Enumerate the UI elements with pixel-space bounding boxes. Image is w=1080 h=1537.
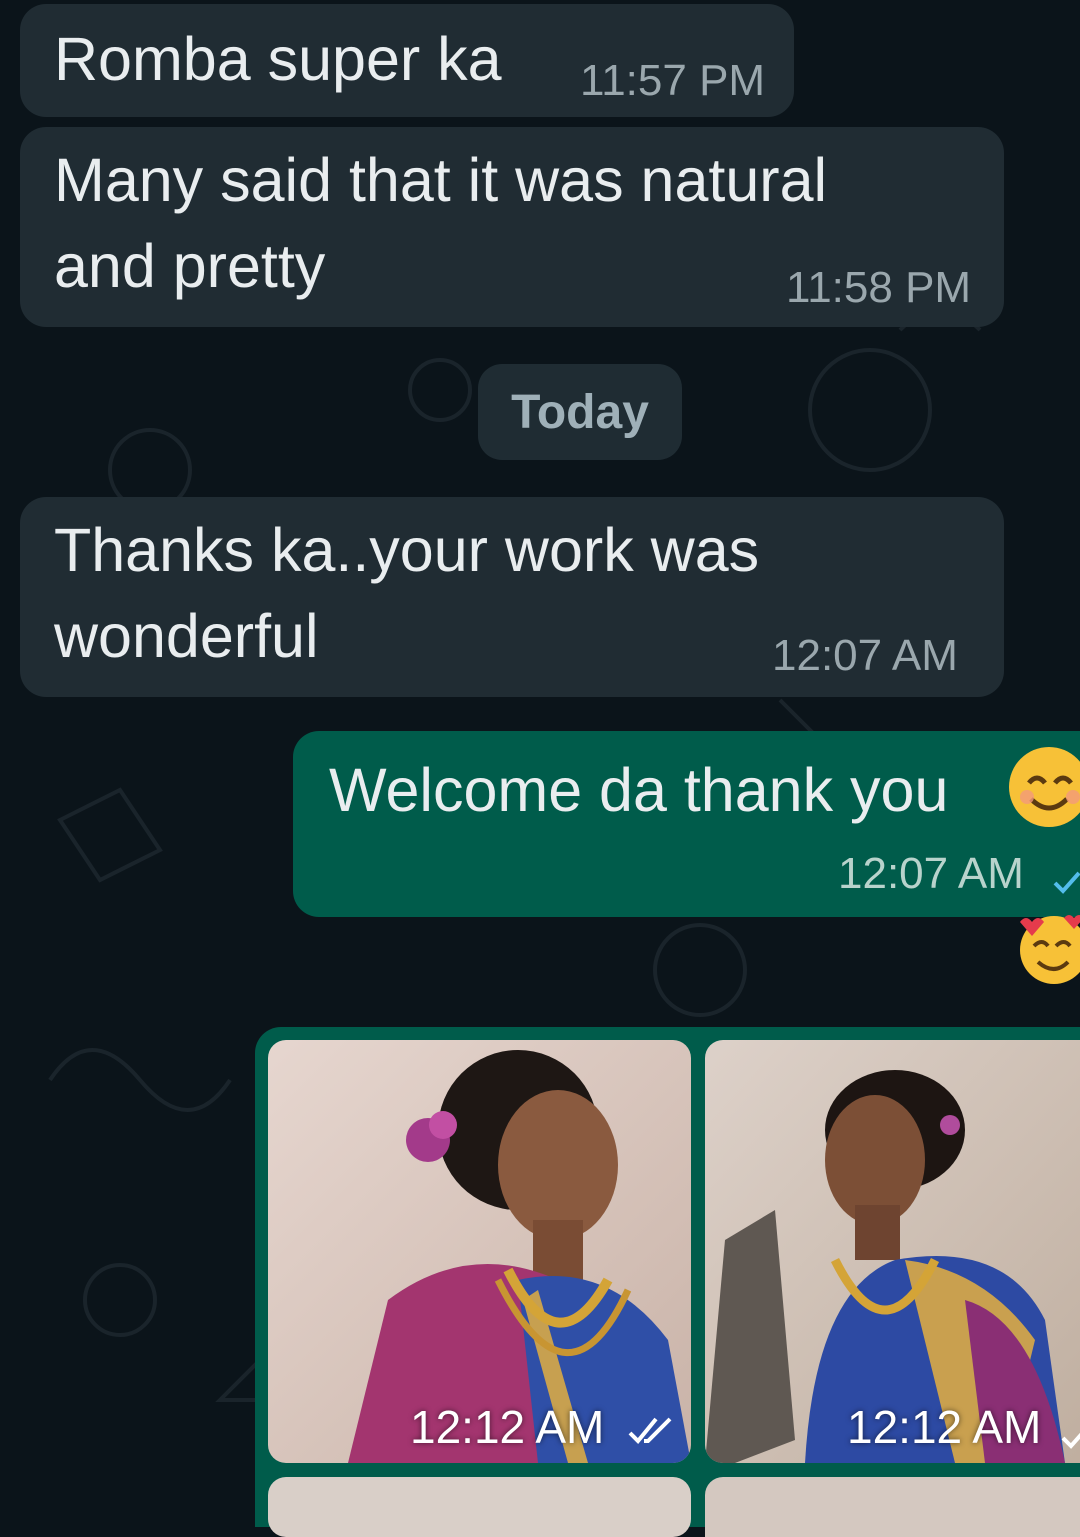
message-text: Welcome da thank you bbox=[329, 756, 949, 824]
photo-thumbnail[interactable] bbox=[268, 1477, 691, 1537]
date-divider: Today bbox=[478, 364, 682, 460]
outgoing-message[interactable]: Welcome da thank you 12:07 AM bbox=[293, 731, 1080, 917]
message-text: and pretty bbox=[54, 232, 326, 300]
photo-time: 12:12 AM bbox=[847, 1401, 1042, 1453]
smiling-face-icon bbox=[1009, 747, 1080, 827]
photo-thumbnail[interactable] bbox=[705, 1477, 1080, 1537]
message-text: Many said that it was natural bbox=[54, 146, 828, 214]
message-text: Thanks ka..your work was bbox=[54, 516, 760, 584]
incoming-message[interactable]: Thanks ka..your work was wonderful 12:07… bbox=[20, 497, 1004, 697]
message-time: 12:07 AM bbox=[838, 849, 1024, 898]
sent-tick-icon bbox=[1053, 871, 1080, 894]
message-time: 11:58 PM bbox=[786, 263, 972, 312]
photo-thumbnail[interactable]: 12:12 AM bbox=[705, 1040, 1080, 1463]
photo-thumbnail[interactable]: 12:12 AM bbox=[268, 1040, 691, 1463]
media-message-group[interactable]: 12:12 AM 12:12 AM bbox=[255, 1027, 1080, 1537]
message-text: Romba super ka bbox=[54, 25, 502, 93]
message-time: 12:07 AM bbox=[772, 631, 958, 680]
message-time: 11:57 PM bbox=[580, 56, 766, 105]
sent-tick-icon bbox=[1061, 1432, 1080, 1449]
read-double-tick-icon bbox=[628, 1417, 672, 1444]
incoming-message[interactable]: Romba super ka 11:57 PM bbox=[20, 4, 794, 117]
message-text: wonderful bbox=[54, 602, 319, 670]
photo-time: 12:12 AM bbox=[410, 1401, 605, 1453]
incoming-message[interactable]: Many said that it was natural and pretty… bbox=[20, 127, 1004, 327]
smiling-face-with-hearts-icon[interactable] bbox=[1004, 908, 1080, 988]
